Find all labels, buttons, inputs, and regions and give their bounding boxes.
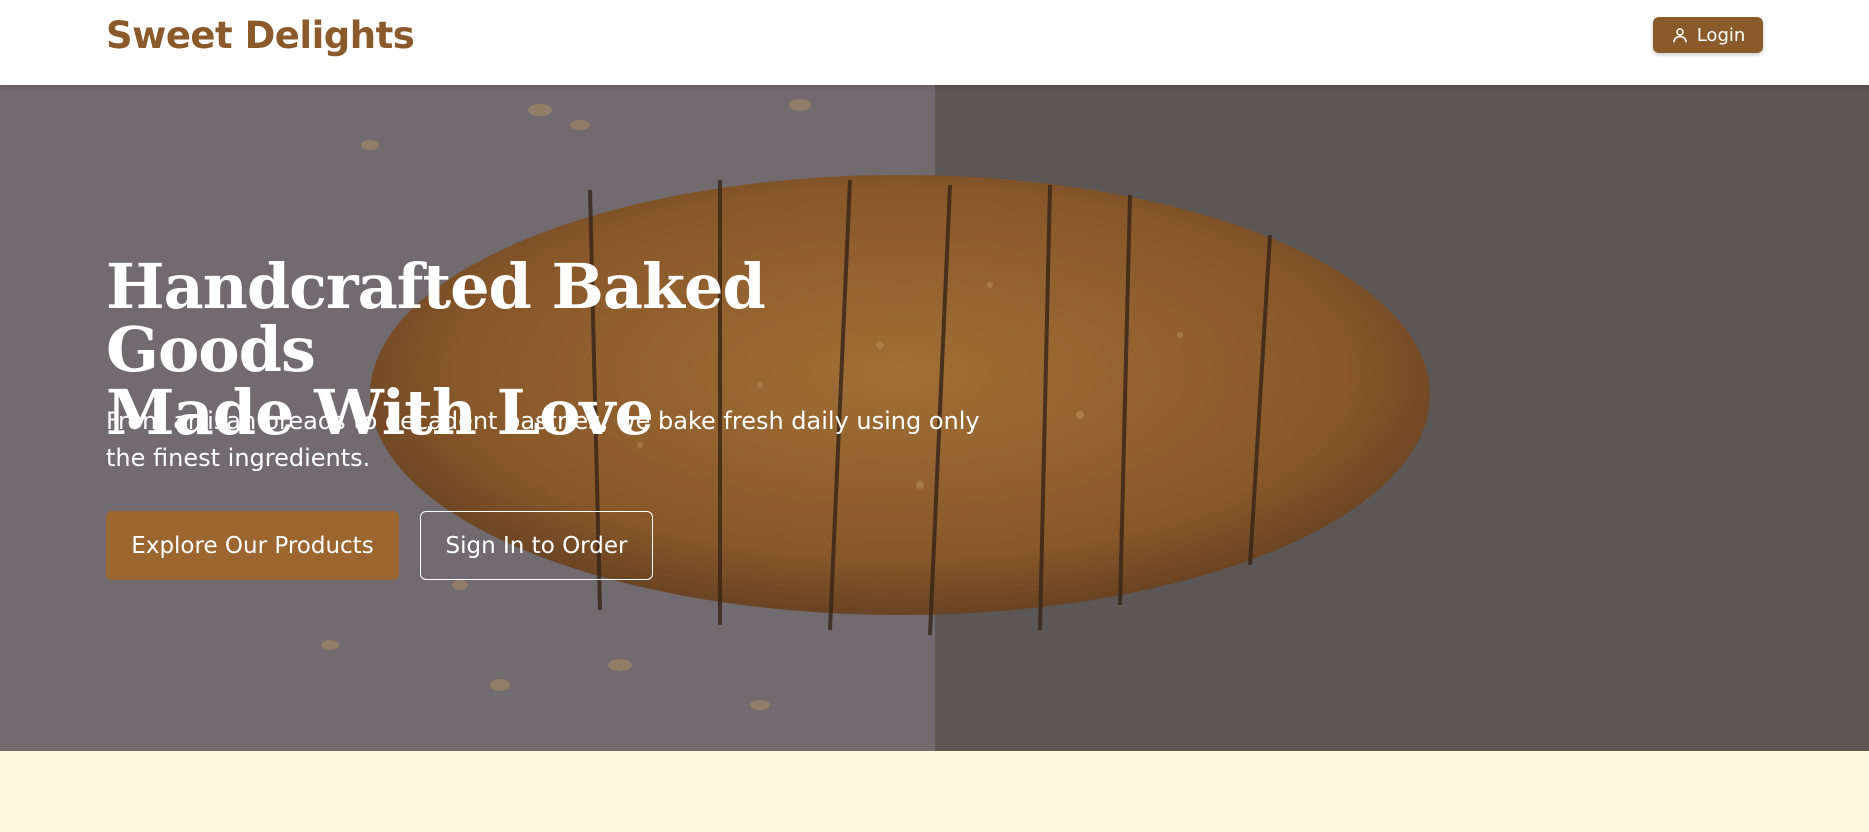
user-icon: [1672, 28, 1687, 43]
login-button[interactable]: Login: [1653, 17, 1763, 53]
next-section: [0, 751, 1869, 832]
explore-products-button[interactable]: Explore Our Products: [106, 511, 399, 580]
hero-title-line1: Handcrafted Baked Goods: [106, 250, 766, 386]
login-label: Login: [1696, 24, 1746, 46]
hero-section: Handcrafted Baked Goods Made With Love F…: [0, 85, 1869, 751]
hero-subtitle: From artisan breads to decadent pastries…: [106, 407, 980, 472]
sign-in-to-order-button[interactable]: Sign In to Order: [420, 511, 653, 580]
site-header: Sweet Delights Login: [0, 0, 1869, 85]
brand-logo[interactable]: Sweet Delights: [106, 14, 415, 57]
